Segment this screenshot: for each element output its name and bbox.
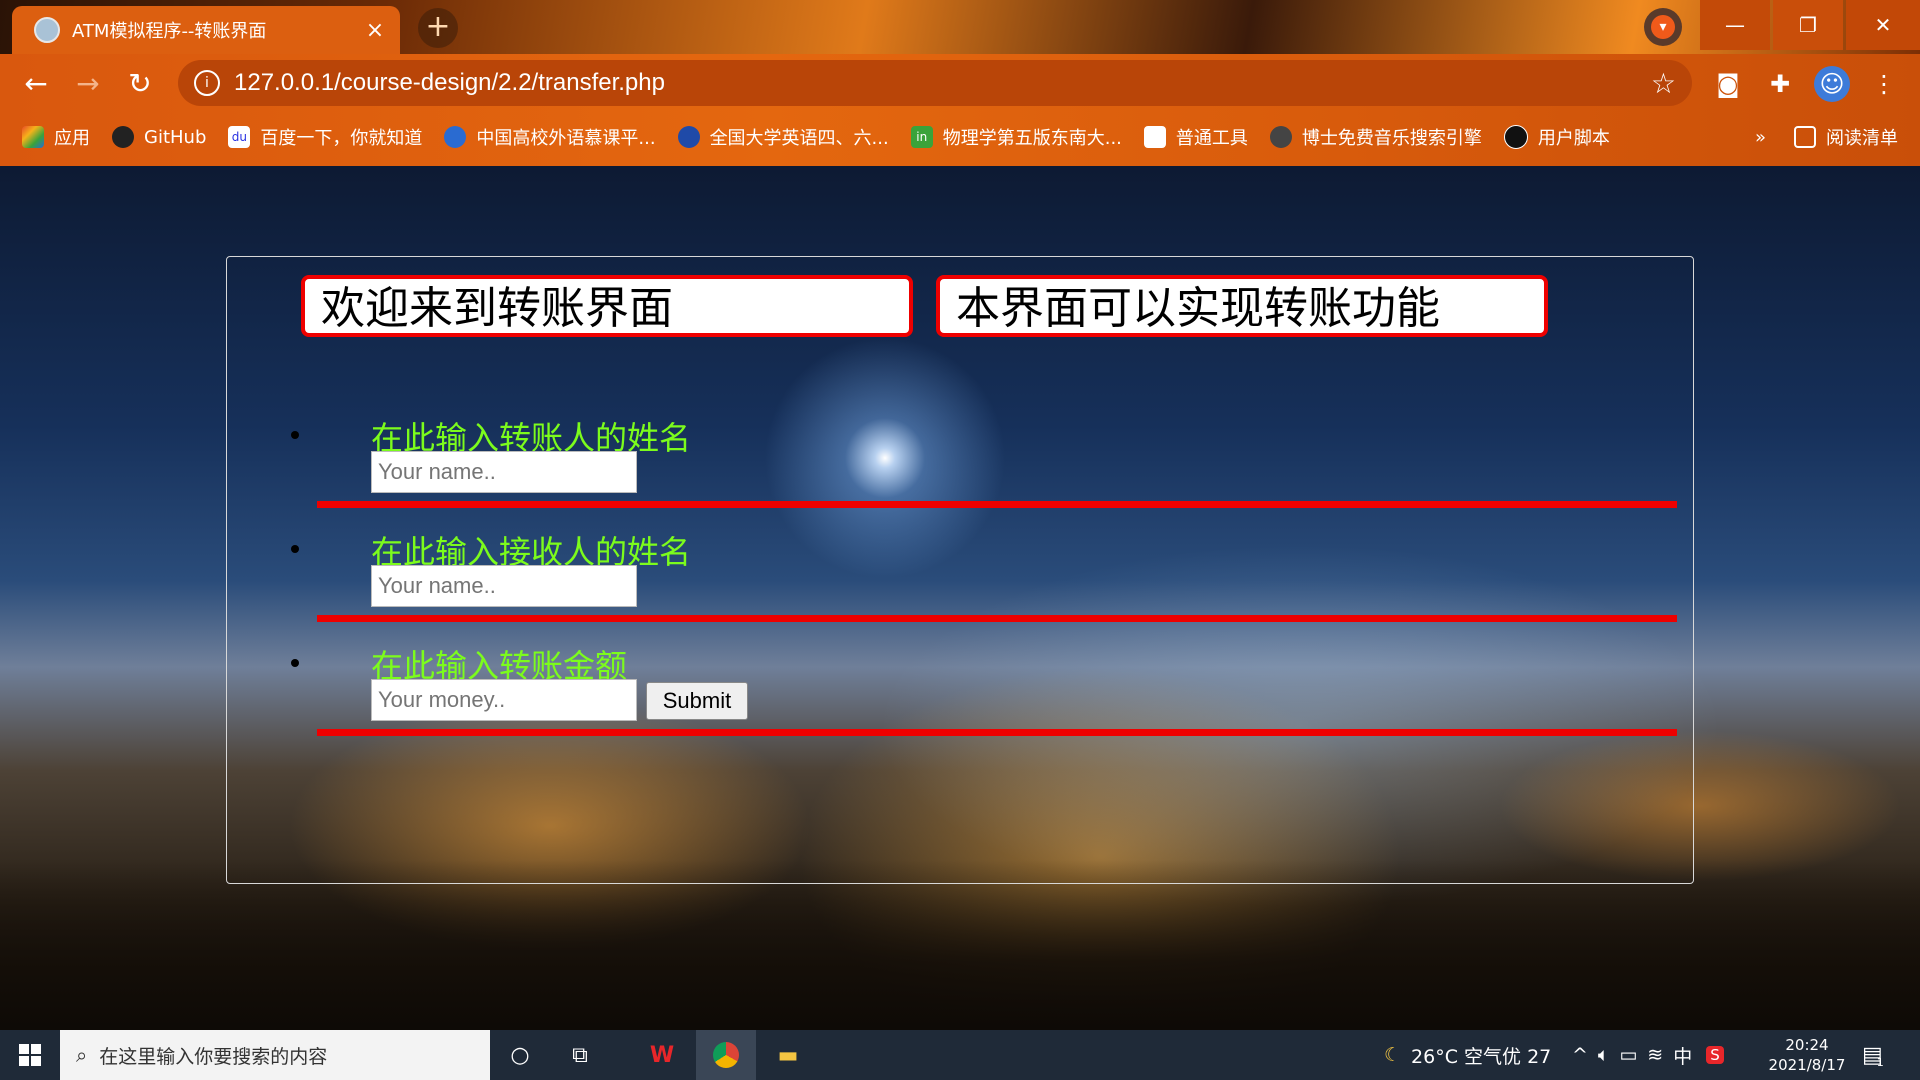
folder-chart-icon <box>1143 126 1166 148</box>
background-landscape <box>0 860 1920 1030</box>
taskbar-search[interactable]: ⌕ 在这里输入你要搜索的内容 <box>60 1030 490 1080</box>
new-tab-button[interactable]: + <box>418 8 458 48</box>
cet-icon <box>677 126 700 148</box>
browser-chrome: ATM模拟程序--转账界面 × + ▾ — ❐ ✕ ← → ↻ i 127.0.… <box>0 0 1920 166</box>
start-button[interactable] <box>0 1030 60 1080</box>
tampermonkey-extension-icon[interactable]: ◙ <box>1710 66 1746 102</box>
file-explorer-icon[interactable]: ▬ <box>758 1030 818 1080</box>
sender-name-input[interactable] <box>371 451 637 493</box>
bookmark-ulearning[interactable]: 中国高校外语慕课平... <box>444 124 656 150</box>
apps-grid-icon <box>22 126 44 148</box>
forward-arrow-icon[interactable]: → <box>68 64 108 104</box>
restore-button[interactable]: ❐ <box>1773 0 1843 50</box>
ime-indicator[interactable]: 中 <box>1673 1042 1692 1069</box>
bookmark-tools[interactable]: 普通工具 <box>1143 124 1248 150</box>
bookmark-cet[interactable]: 全国大学英语四、六... <box>677 124 889 150</box>
amount-input[interactable] <box>371 679 637 721</box>
system-tray: ^ 🔈︎ ▭ ≋ 中 S <box>1572 1030 1724 1080</box>
battery-icon[interactable]: ▭ <box>1619 1044 1637 1066</box>
task-view-icon[interactable]: ⧉ <box>550 1030 610 1080</box>
menu-dots-icon[interactable]: ⋮ <box>1866 66 1902 102</box>
url-text: 127.0.0.1/course-design/2.2/transfer.php <box>234 69 665 96</box>
toolbar: ← → ↻ i 127.0.0.1/course-design/2.2/tran… <box>0 54 1920 116</box>
search-placeholder: 在这里输入你要搜索的内容 <box>99 1045 328 1068</box>
clock-time: 20:24 <box>1785 1036 1829 1054</box>
chrome-logo-icon <box>713 1042 739 1068</box>
back-arrow-icon[interactable]: ← <box>16 64 56 104</box>
cortana-icon[interactable]: ○ <box>490 1030 550 1080</box>
tab-title: ATM模拟程序--转账界面 <box>72 21 267 42</box>
bookmark-apps[interactable]: 应用 <box>22 124 90 150</box>
function-heading: 本界面可以实现转账功能 <box>936 275 1548 337</box>
reading-list-icon <box>1794 126 1816 148</box>
chevron-up-icon[interactable]: ^ <box>1572 1044 1588 1066</box>
wps-office-icon[interactable]: W <box>632 1030 692 1080</box>
list-bullet <box>291 431 299 439</box>
chevron-down-icon: ▾ <box>1651 15 1675 39</box>
close-window-button[interactable]: ✕ <box>1846 0 1920 50</box>
clock[interactable]: 20:24 2021/8/17 <box>1766 1030 1848 1080</box>
reading-list-button[interactable]: 阅读清单 <box>1794 124 1898 150</box>
profile-avatar-icon[interactable]: ☺ <box>1814 66 1850 102</box>
bookmark-music[interactable]: 博士免费音乐搜索引擎 <box>1269 124 1482 150</box>
bookmark-github[interactable]: GitHub <box>112 126 206 148</box>
bookmarks-bar: 应用 GitHub du 百度一下，你就知道 中国高校外语慕课平... 全国大学… <box>0 116 1920 158</box>
music-globe-icon <box>1269 126 1292 148</box>
userscript-icon <box>1503 125 1528 149</box>
in-icon: in <box>910 126 933 148</box>
windows-taskbar: ⌕ 在这里输入你要搜索的内容 ○ ⧉ W ▬ ☾ 26°C 空气优 27 ^ 🔈… <box>0 1030 1920 1080</box>
divider-line <box>317 501 1677 508</box>
info-icon[interactable]: i <box>194 70 220 96</box>
receiver-name-input[interactable] <box>371 565 637 607</box>
volume-icon[interactable]: 🔈︎ <box>1598 1044 1609 1066</box>
reload-icon[interactable]: ↻ <box>120 64 160 104</box>
weather-text: 26°C 空气优 27 <box>1411 1045 1552 1068</box>
bookmark-star-icon[interactable]: ☆ <box>1651 67 1676 100</box>
chrome-taskbar-icon[interactable] <box>696 1030 756 1080</box>
globe-favicon-icon <box>34 17 60 43</box>
extensions-puzzle-icon[interactable]: ✚ <box>1762 66 1798 102</box>
notification-count: 1 <box>1876 1055 1884 1069</box>
bookmark-physics[interactable]: in 物理学第五版东南大... <box>910 124 1122 150</box>
divider-line <box>317 615 1677 622</box>
more-bookmarks-button[interactable]: » <box>1755 127 1766 148</box>
bookmark-userscript[interactable]: 用户脚本 <box>1503 124 1610 150</box>
wifi-icon[interactable]: ≋ <box>1647 1044 1663 1066</box>
clock-date: 2021/8/17 <box>1768 1056 1846 1074</box>
tab-close-icon[interactable]: × <box>360 18 390 43</box>
search-icon: ⌕ <box>76 1043 88 1067</box>
baidu-icon: du <box>228 126 251 148</box>
notification-center-button[interactable]: ▤ 1 <box>1862 1030 1884 1080</box>
github-icon <box>112 126 134 148</box>
list-bullet <box>291 545 299 553</box>
submit-button[interactable]: Submit <box>646 682 748 720</box>
tab-search-button[interactable]: ▾ <box>1644 8 1682 46</box>
list-bullet <box>291 659 299 667</box>
tab-active[interactable]: ATM模拟程序--转账界面 × <box>12 6 400 54</box>
windows-logo-icon <box>19 1044 41 1066</box>
weather-widget[interactable]: ☾ 26°C 空气优 27 <box>1384 1030 1551 1080</box>
minimize-button[interactable]: — <box>1700 0 1770 50</box>
page-viewport: 欢迎来到转账界面 本界面可以实现转账功能 在此输入转账人的姓名 在此输入接收人的… <box>0 166 1920 1030</box>
tab-strip: ATM模拟程序--转账界面 × + ▾ — ❐ ✕ <box>0 0 1920 54</box>
transfer-panel: 欢迎来到转账界面 本界面可以实现转账功能 在此输入转账人的姓名 在此输入接收人的… <box>226 256 1694 884</box>
address-bar[interactable]: i 127.0.0.1/course-design/2.2/transfer.p… <box>178 60 1692 106</box>
divider-line <box>317 729 1677 736</box>
moon-icon: ☾ <box>1384 1044 1402 1066</box>
welcome-heading: 欢迎来到转账界面 <box>301 275 913 337</box>
bookmark-baidu[interactable]: du 百度一下，你就知道 <box>228 124 422 150</box>
sogou-ime-icon[interactable]: S <box>1706 1046 1724 1064</box>
ulearning-icon <box>444 126 467 148</box>
